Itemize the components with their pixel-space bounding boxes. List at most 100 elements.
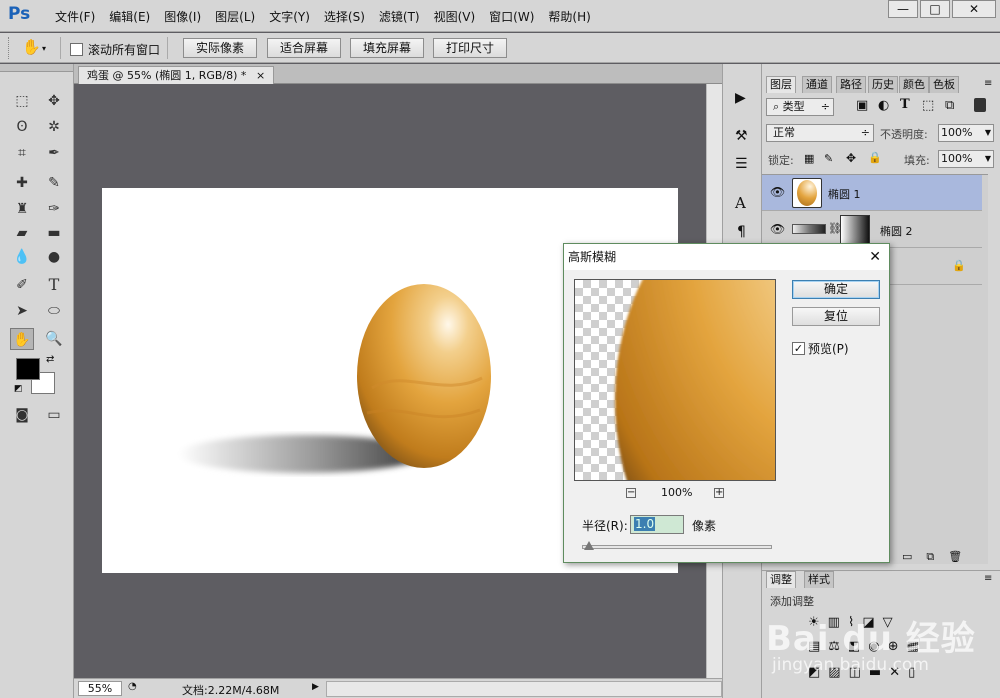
lock-all-icon[interactable]: 🔒 xyxy=(868,151,882,164)
photo-filter-icon[interactable]: ◉ xyxy=(868,639,879,654)
menu-window[interactable]: 窗口(W) xyxy=(482,8,541,25)
gradient-tool-icon[interactable]: ▬ xyxy=(42,222,66,244)
brightness-icon[interactable]: ☀ xyxy=(808,615,820,630)
dodge-tool-icon[interactable]: ● xyxy=(42,246,66,268)
levels-icon[interactable]: ▥ xyxy=(828,615,840,630)
print-size-button[interactable]: 打印尺寸 xyxy=(433,38,507,58)
ok-button[interactable]: 确定 xyxy=(792,280,880,299)
layer-name[interactable]: 椭圆 2 xyxy=(880,223,913,239)
filter-toggle-switch[interactable] xyxy=(974,98,986,112)
layer-name[interactable]: 椭圆 1 xyxy=(828,186,861,202)
crop-tool-icon[interactable]: ⌗ xyxy=(10,142,34,164)
exposure-icon[interactable]: ◪ xyxy=(862,615,874,630)
invert-icon[interactable]: ◩ xyxy=(808,665,820,680)
menu-edit[interactable]: 编辑(E) xyxy=(102,8,157,25)
actual-pixels-button[interactable]: 实际像素 xyxy=(183,38,257,58)
blur-tool-icon[interactable]: 💧 xyxy=(10,246,34,268)
marquee-tool-icon[interactable]: ⬚ xyxy=(10,90,34,112)
quick-mask-icon[interactable]: ◙ xyxy=(10,404,34,426)
menu-image[interactable]: 图像(I) xyxy=(157,8,208,25)
magic-wand-tool-icon[interactable]: ✲ xyxy=(42,116,66,138)
close-icon[interactable]: ✕ xyxy=(869,244,881,270)
shadows-icon[interactable]: ▯ xyxy=(908,665,915,680)
ellipse-tool-icon[interactable]: ⬭ xyxy=(42,300,66,322)
preview-option[interactable]: ✓ 预览(P) xyxy=(792,340,849,357)
channel-mixer-icon[interactable]: ⊕ xyxy=(888,639,899,654)
layer-mask-thumbnail[interactable] xyxy=(840,215,870,245)
foreground-color-swatch[interactable] xyxy=(16,358,40,380)
filter-smart-object-icon[interactable]: ⧉ xyxy=(945,98,954,113)
menu-filter[interactable]: 滤镜(T) xyxy=(372,8,427,25)
layer-row-ellipse-1[interactable]: 👁 椭圆 1 xyxy=(762,175,982,211)
hand-tool-preset-icon[interactable]: ✋ xyxy=(22,38,41,56)
tab-swatches[interactable]: 色板 xyxy=(929,76,959,93)
posterize-icon[interactable]: ▨ xyxy=(828,665,840,680)
curves-icon[interactable]: ⌇ xyxy=(848,615,854,630)
visibility-eye-icon[interactable]: 👁 xyxy=(770,185,785,199)
maximize-button[interactable]: □ xyxy=(920,0,950,18)
new-group-icon[interactable]: ▭ xyxy=(902,550,912,564)
lock-position-icon[interactable]: ✥ xyxy=(846,151,856,165)
fill-screen-button[interactable]: 填充屏幕 xyxy=(350,38,424,58)
lock-image-icon[interactable]: ✎ xyxy=(824,152,833,165)
healing-brush-tool-icon[interactable]: ✚ xyxy=(10,172,34,194)
close-window-button[interactable]: ✕ xyxy=(952,0,996,18)
tab-channels[interactable]: 通道 xyxy=(802,76,832,93)
zoom-field[interactable]: 55% xyxy=(78,681,122,696)
brush-tool-icon[interactable]: ✎ xyxy=(42,172,66,194)
type-tool-icon[interactable]: T xyxy=(42,274,66,296)
zoom-tool-icon[interactable]: 🔍 xyxy=(42,328,66,350)
close-tab-icon[interactable]: × xyxy=(256,69,265,82)
menu-help[interactable]: 帮助(H) xyxy=(541,8,597,25)
radius-slider-handle[interactable] xyxy=(584,541,594,550)
default-colors-icon[interactable]: ◩ xyxy=(14,384,23,394)
panel-menu-icon[interactable]: ≡ xyxy=(984,78,992,89)
character-panel-icon[interactable]: A xyxy=(735,194,746,212)
screen-mode-icon[interactable]: ▭ xyxy=(42,404,66,426)
blend-mode-dropdown[interactable]: 正常 ÷ xyxy=(766,124,874,142)
menu-layer[interactable]: 图层(L) xyxy=(208,8,262,25)
dialog-titlebar[interactable]: 高斯模糊 ✕ xyxy=(564,244,889,270)
opacity-field[interactable]: 100% ▼ xyxy=(938,124,994,142)
gradient-map-icon[interactable]: ▬ xyxy=(869,665,881,680)
delete-layer-icon[interactable]: 🗑 xyxy=(948,550,962,564)
document-tab[interactable]: 鸡蛋 @ 55% (椭圆 1, RGB/8) * × xyxy=(78,66,275,84)
reset-button[interactable]: 复位 xyxy=(792,307,880,326)
filter-type-icon[interactable]: T xyxy=(900,97,910,112)
new-layer-icon[interactable]: ⧉ xyxy=(926,550,934,564)
hue-saturation-icon[interactable]: ▤ xyxy=(808,639,820,654)
history-brush-tool-icon[interactable]: ✑ xyxy=(42,198,66,220)
color-lookup-icon[interactable]: ▦ xyxy=(907,639,919,654)
adjust-sliders-icon[interactable]: ☰ xyxy=(735,156,748,172)
tab-paths[interactable]: 路径 xyxy=(836,76,866,93)
tab-layers[interactable]: 图层 xyxy=(766,76,796,93)
vibrance-icon[interactable]: ▽ xyxy=(883,615,893,630)
swap-colors-icon[interactable]: ⇄ xyxy=(46,354,54,365)
panel-menu-icon[interactable]: ≡ xyxy=(984,573,992,584)
preview-checkbox[interactable]: ✓ xyxy=(792,342,805,355)
toolbox-header[interactable] xyxy=(0,64,73,72)
menu-view[interactable]: 视图(V) xyxy=(427,8,483,25)
menu-type[interactable]: 文字(Y) xyxy=(262,8,317,25)
menu-select[interactable]: 选择(S) xyxy=(317,8,372,25)
minimize-button[interactable]: — xyxy=(888,0,918,18)
radius-slider-track[interactable] xyxy=(582,545,772,549)
tab-adjustments[interactable]: 调整 xyxy=(766,571,796,588)
chevron-down-icon[interactable]: ▾ xyxy=(42,44,46,53)
status-menu-arrow-icon[interactable]: ▶ xyxy=(312,682,319,692)
tab-styles[interactable]: 样式 xyxy=(804,571,834,588)
hand-tool-icon[interactable]: ✋ xyxy=(10,328,34,350)
layer-filter-dropdown[interactable]: ⌕ 类型 ÷ xyxy=(766,98,834,116)
zoom-out-button[interactable]: − xyxy=(626,488,636,498)
filter-adjustment-icon[interactable]: ◐ xyxy=(878,98,889,113)
scroll-all-checkbox[interactable] xyxy=(70,43,83,56)
fit-screen-button[interactable]: 适合屏幕 xyxy=(267,38,341,58)
color-balance-icon[interactable]: ⚖ xyxy=(828,639,840,654)
black-white-icon[interactable]: ◧ xyxy=(848,639,860,654)
tool-presets-icon[interactable]: ⚒ xyxy=(735,128,748,144)
visibility-eye-icon[interactable]: 👁 xyxy=(770,222,785,236)
eyedropper-tool-icon[interactable]: ✒ xyxy=(42,142,66,164)
path-selection-tool-icon[interactable]: ➤ xyxy=(10,300,34,322)
zoom-in-button[interactable]: + xyxy=(714,488,724,498)
horizontal-scrollbar[interactable] xyxy=(326,681,722,697)
